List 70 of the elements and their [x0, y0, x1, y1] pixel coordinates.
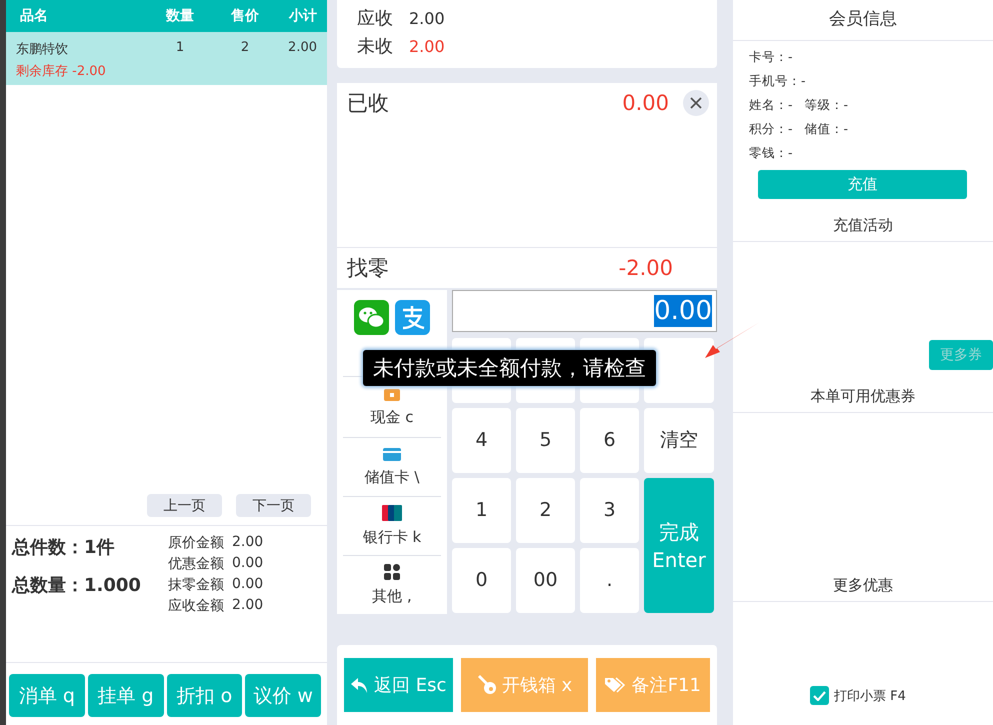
column-header: 售价 [230, 7, 260, 25]
panel-title: 会员信息 [733, 0, 993, 41]
keypad-key[interactable]: 2 [516, 478, 575, 543]
check-icon [813, 690, 826, 700]
amount-field[interactable]: 0.00 [452, 290, 717, 332]
grid-icon [383, 563, 401, 582]
amount-value: 2.00 [232, 597, 264, 615]
close-button[interactable] [683, 90, 709, 116]
item-count: 总件数：1件 [12, 536, 116, 559]
keypad-key[interactable]: 00 [516, 548, 575, 613]
keypad-key[interactable]: 4 [452, 408, 511, 473]
payment-method[interactable]: 银行卡 k [343, 496, 441, 555]
amount-label: 优惠金额 [168, 555, 224, 573]
section-title: 充值活动 [733, 199, 993, 242]
keypad-key[interactable]: 清空 [644, 408, 714, 473]
quantity-cell-text: 1 [174, 40, 186, 57]
card-icon [382, 446, 402, 462]
received-value: 0.00 [622, 91, 669, 115]
due-label: 应收 [357, 7, 393, 30]
amount-value: 0.00 [232, 555, 264, 573]
member-field: 等级：- [804, 97, 848, 114]
section-title: 更多优惠 [733, 413, 993, 602]
stock-warning: 剩余库存 -2.00 [16, 63, 106, 80]
tag-icon [604, 677, 627, 693]
amount-label: 应收金额 [168, 597, 224, 615]
print-checkbox[interactable]: 打印小票 F4 [733, 686, 993, 725]
keypad-key[interactable] [644, 338, 714, 403]
member-field: 手机号：- [749, 73, 806, 90]
column-header: 品名 [20, 7, 49, 25]
change-label: 找零 [347, 255, 389, 282]
member-field: 储值：- [804, 121, 848, 138]
member-field: 姓名：- [749, 97, 793, 114]
key-icon [476, 675, 497, 695]
page-button[interactable]: 上一页 [147, 494, 222, 517]
keypad-key[interactable]: 0 [452, 548, 511, 613]
page-button[interactable]: 下一页 [236, 494, 311, 517]
keypad-key[interactable]: 6 [580, 408, 639, 473]
payment-method[interactable]: 其他 , [343, 554, 441, 614]
due-value: 2.00 [409, 36, 445, 56]
keypad-key[interactable]: . [580, 548, 639, 613]
amount-label: 原价金额 [168, 534, 224, 552]
column-header: 小计 [288, 7, 317, 25]
section-title: 本单可用优惠券 [733, 370, 993, 413]
subtotal-cell-text: 2.00 [287, 40, 317, 57]
keypad-key[interactable]: 1 [452, 478, 511, 543]
wallet-icon [382, 386, 402, 402]
keypad-key[interactable]: 5 [516, 408, 575, 473]
payment-method[interactable]: 储值卡 \ [343, 436, 441, 496]
pay-app-icon[interactable] [395, 300, 430, 335]
chat-app-icon[interactable] [354, 300, 389, 335]
member-field: 积分：- [749, 121, 793, 138]
error-tooltip: 未付款或未全额付款，请检查 [363, 350, 656, 386]
due-value: 2.00 [409, 8, 445, 28]
member-field: 零钱：- [749, 145, 793, 162]
product-name: 东鹏特饮 [16, 41, 69, 58]
reply-icon [351, 676, 369, 694]
bank-card-icon [381, 504, 403, 522]
total-quantity: 总数量：1.000 [12, 574, 142, 597]
amount-value: 2.00 [232, 534, 264, 552]
member-field: 卡号：- [749, 49, 793, 66]
close-icon [690, 97, 702, 109]
received-label: 已收 [347, 90, 389, 117]
amount-label: 抹零金额 [168, 576, 224, 594]
cart-row[interactable]: 东鹏特饮 1 2 2.00 剩余库存 -2.00 [6, 32, 327, 85]
change-value: -2.00 [618, 256, 673, 280]
amount-value: 0.00 [232, 576, 264, 594]
column-header: 数量 [164, 7, 195, 25]
price-cell-text: 2 [240, 40, 250, 57]
keypad-key[interactable]: 3 [580, 478, 639, 543]
due-label: 未收 [357, 35, 393, 58]
